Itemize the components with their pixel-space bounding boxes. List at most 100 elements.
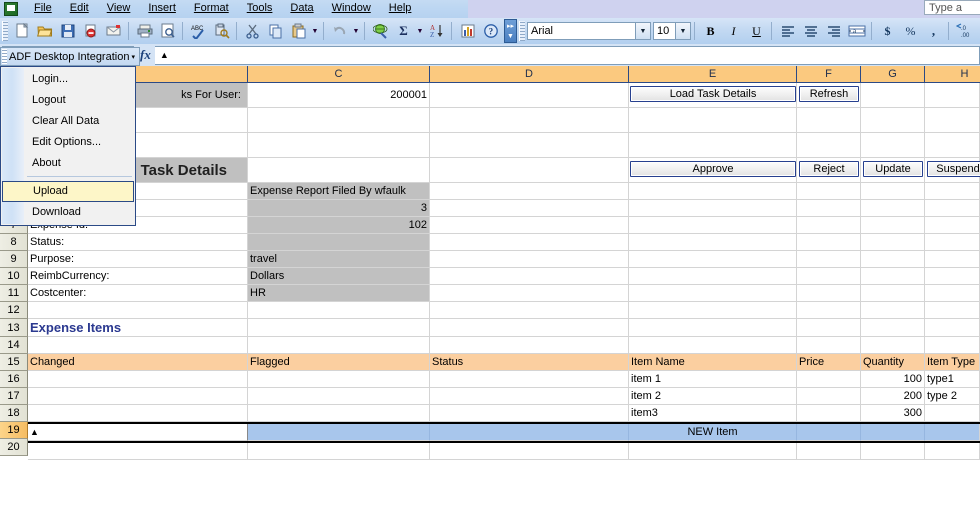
- cell-d2[interactable]: [430, 108, 629, 133]
- row19-item-type[interactable]: [925, 424, 980, 441]
- row16-changed[interactable]: [28, 371, 248, 388]
- cell-c3[interactable]: [248, 133, 430, 158]
- print-preview-icon[interactable]: [156, 20, 179, 42]
- help-icon[interactable]: ?: [479, 20, 502, 42]
- undo-icon[interactable]: [328, 20, 351, 42]
- row17-status[interactable]: [430, 388, 629, 405]
- row18-status[interactable]: [430, 405, 629, 422]
- cell-g3[interactable]: [861, 133, 925, 158]
- column-header-g[interactable]: G: [861, 66, 925, 83]
- merge-center-icon[interactable]: a: [845, 20, 868, 42]
- suspend-button[interactable]: Suspend: [927, 161, 980, 177]
- column-header-h[interactable]: H: [925, 66, 980, 83]
- cell-e10[interactable]: [629, 268, 797, 285]
- cell-f6[interactable]: [797, 200, 861, 217]
- refresh-button[interactable]: Refresh: [799, 86, 859, 102]
- cell-e20[interactable]: [629, 443, 797, 460]
- cell-f13[interactable]: [797, 319, 861, 337]
- cell-f8[interactable]: [797, 234, 861, 251]
- row-header-15[interactable]: 15: [0, 354, 28, 371]
- comma-button[interactable]: ,: [922, 20, 945, 42]
- adf-chevron-down-icon[interactable]: ▾: [131, 53, 139, 61]
- cell-h7[interactable]: [925, 217, 980, 234]
- cell-h2[interactable]: [925, 108, 980, 133]
- cell-d9[interactable]: [430, 251, 629, 268]
- menu-insert[interactable]: Insert: [139, 1, 185, 17]
- menu-format[interactable]: Format: [185, 1, 238, 17]
- reject-button[interactable]: Reject: [799, 161, 859, 177]
- cell-h12[interactable]: [925, 302, 980, 319]
- detail-value-reimb-currency[interactable]: Dollars: [248, 268, 430, 285]
- permission-icon[interactable]: [79, 20, 102, 42]
- underline-button[interactable]: U: [745, 20, 768, 42]
- menu-view[interactable]: View: [98, 1, 140, 17]
- row16-item-name[interactable]: item 1: [629, 371, 797, 388]
- align-center-icon[interactable]: [799, 20, 822, 42]
- autosum-icon[interactable]: Σ: [392, 20, 415, 42]
- adf-toolbar-grip[interactable]: [2, 49, 7, 64]
- row16-status[interactable]: [430, 371, 629, 388]
- cell-h13[interactable]: [925, 319, 980, 337]
- row-header-20[interactable]: 20: [0, 439, 28, 456]
- new-item-marker-cell[interactable]: ▲: [28, 424, 248, 441]
- adf-desktop-integration-toolbar[interactable]: ADF Desktop Integration ▾: [0, 47, 140, 66]
- cell-b12[interactable]: [28, 302, 248, 319]
- align-right-icon[interactable]: [822, 20, 845, 42]
- menu-edit[interactable]: Edit: [61, 1, 98, 17]
- row-header-18[interactable]: 18: [0, 405, 28, 422]
- cell-d11[interactable]: [430, 285, 629, 302]
- detail-value-priority[interactable]: 3: [248, 200, 430, 217]
- detail-value-expense-id[interactable]: 102: [248, 217, 430, 234]
- cell-d13[interactable]: [430, 319, 629, 337]
- cell-g2[interactable]: [861, 108, 925, 133]
- cell-g13[interactable]: [861, 319, 925, 337]
- menu-item-about[interactable]: About: [1, 153, 135, 174]
- cell-e5[interactable]: [629, 183, 797, 200]
- cell-h9[interactable]: [925, 251, 980, 268]
- cell-h5[interactable]: [925, 183, 980, 200]
- row-header-10[interactable]: 10: [0, 268, 28, 285]
- row17-item-type[interactable]: type 2: [925, 388, 980, 405]
- cell-e3[interactable]: [629, 133, 797, 158]
- detail-value-purpose[interactable]: travel: [248, 251, 430, 268]
- italic-button[interactable]: I: [722, 20, 745, 42]
- cell-h14[interactable]: [925, 337, 980, 354]
- font-name-chevron-down-icon[interactable]: ▼: [635, 23, 650, 39]
- row19-quantity[interactable]: [861, 424, 925, 441]
- cell-e2[interactable]: [629, 108, 797, 133]
- cell-e7[interactable]: [629, 217, 797, 234]
- cell-c20[interactable]: [248, 443, 430, 460]
- copy-icon[interactable]: [264, 20, 287, 42]
- cell-g9[interactable]: [861, 251, 925, 268]
- cell-f2[interactable]: [797, 108, 861, 133]
- row17-price[interactable]: [797, 388, 861, 405]
- cell-d1[interactable]: [430, 83, 629, 108]
- row16-flagged[interactable]: [248, 371, 430, 388]
- column-header-c[interactable]: C: [248, 66, 430, 83]
- toolbar-grip-1[interactable]: [2, 21, 8, 41]
- cell-f14[interactable]: [797, 337, 861, 354]
- undo-chevron-down-icon[interactable]: ▼: [351, 20, 361, 42]
- currency-button[interactable]: $: [876, 20, 899, 42]
- cell-g12[interactable]: [861, 302, 925, 319]
- font-name-input[interactable]: Arial ▼: [527, 22, 651, 40]
- row-header-12[interactable]: 12: [0, 302, 28, 319]
- row17-flagged[interactable]: [248, 388, 430, 405]
- new-item-label[interactable]: NEW Item: [629, 424, 797, 441]
- detail-value-title[interactable]: Expense Report Filed By wfaulk: [248, 183, 430, 200]
- cell-d5[interactable]: [430, 183, 629, 200]
- row-header-8[interactable]: 8: [0, 234, 28, 251]
- row18-item-name[interactable]: item3: [629, 405, 797, 422]
- spelling-icon[interactable]: ABC: [187, 20, 210, 42]
- row16-item-type[interactable]: type1: [925, 371, 980, 388]
- ask-a-question-box[interactable]: Type a: [924, 0, 980, 15]
- bold-button[interactable]: B: [699, 20, 722, 42]
- menu-item-upload[interactable]: Upload: [2, 181, 134, 202]
- insert-function-icon[interactable]: fx: [140, 47, 155, 63]
- menu-item-edit-options[interactable]: Edit Options...: [1, 132, 135, 153]
- menu-help[interactable]: Help: [380, 1, 421, 17]
- row-header-17[interactable]: 17: [0, 388, 28, 405]
- cut-icon[interactable]: [241, 20, 264, 42]
- cell-f20[interactable]: [797, 443, 861, 460]
- row18-price[interactable]: [797, 405, 861, 422]
